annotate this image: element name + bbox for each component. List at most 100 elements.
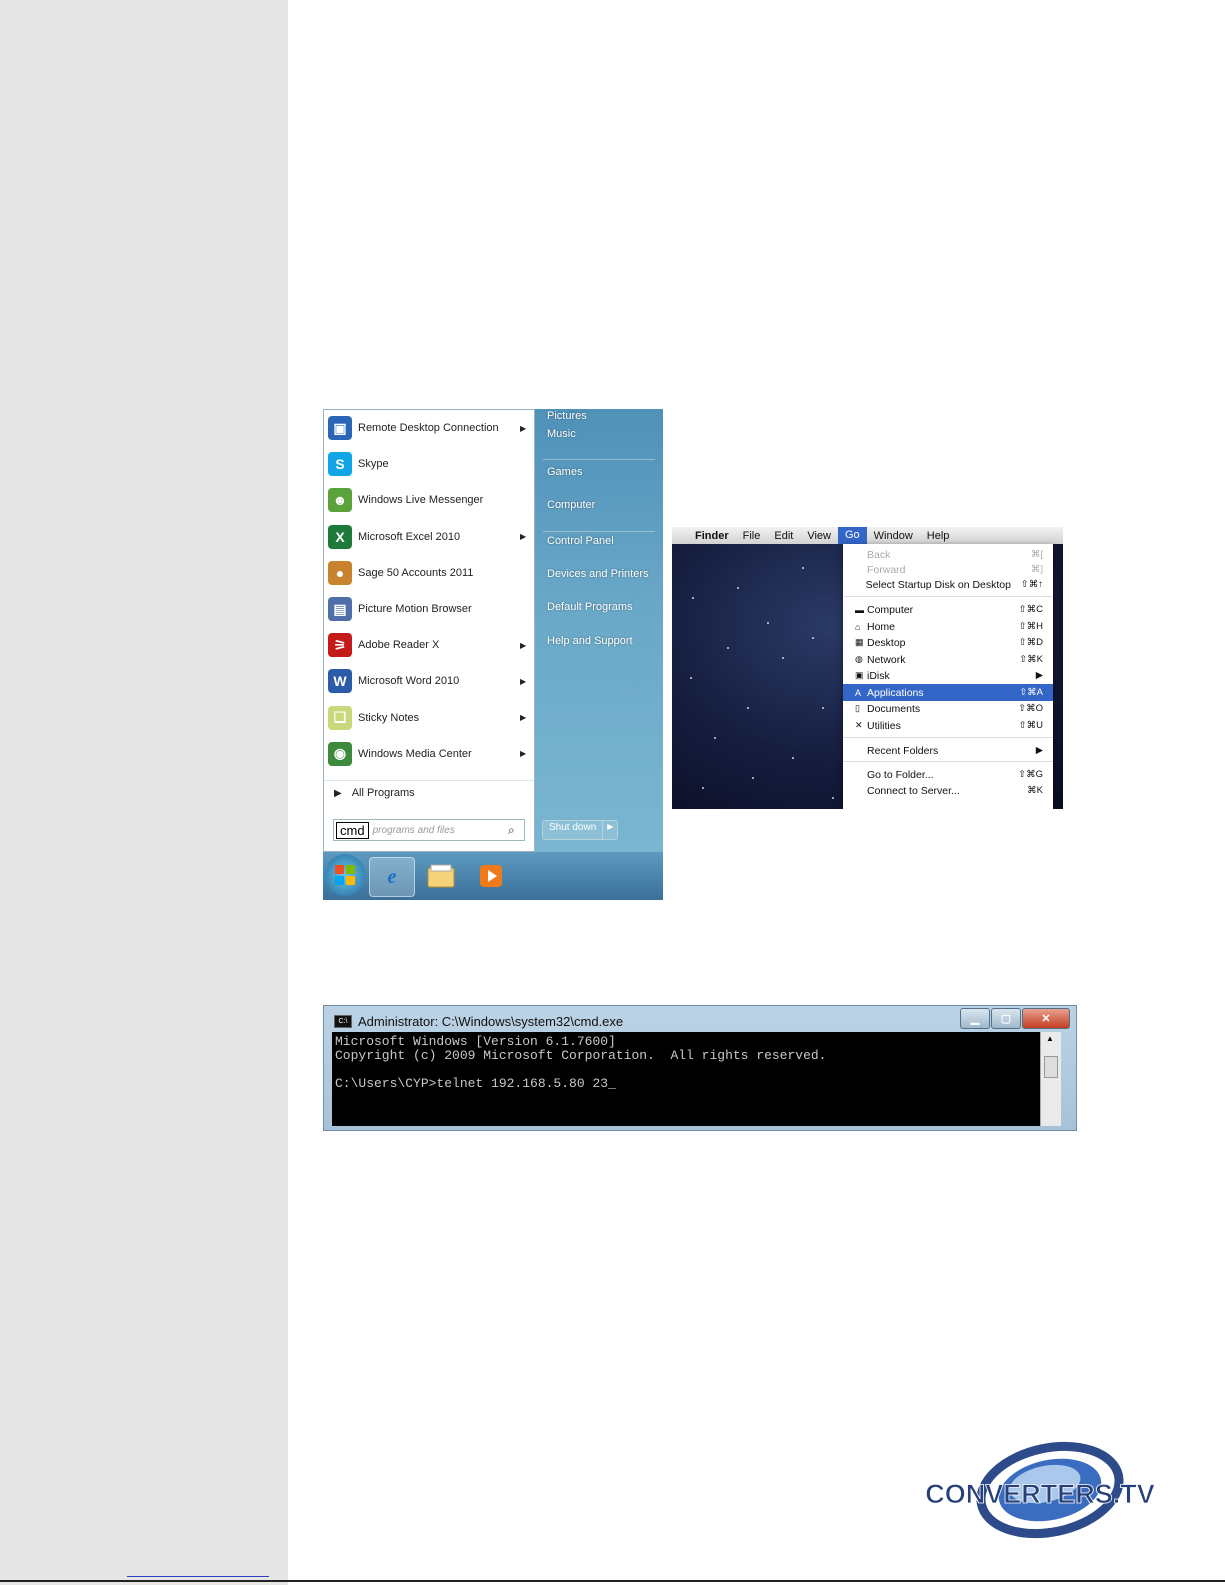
excel-icon: X	[328, 524, 352, 549]
search-icon[interactable]: ⌕	[508, 823, 524, 838]
start-menu-link[interactable]: Music	[535, 419, 663, 449]
program-label: Windows Media Center	[358, 747, 472, 760]
start-menu-program-item[interactable]: ● Sage 50 Accounts 2011	[324, 556, 534, 590]
footer-link-underline	[127, 1576, 269, 1577]
submenu-arrow-icon[interactable]: ▶	[520, 532, 534, 541]
submenu-arrow-icon[interactable]: ▶	[520, 749, 534, 758]
skype-icon: S	[328, 452, 352, 477]
menubar-item-window[interactable]: Window	[867, 530, 920, 542]
file-explorer-icon[interactable]	[419, 857, 463, 895]
start-menu-program-item[interactable]: ▣ Remote Desktop Connection ▶	[324, 411, 534, 445]
console-output[interactable]: Microsoft Windows [Version 6.1.7600] Copy…	[332, 1032, 1040, 1126]
desktop-star	[822, 707, 824, 709]
program-label: Remote Desktop Connection	[358, 422, 499, 434]
go-menu-item-label: Applications	[867, 686, 924, 699]
start-menu-program-item[interactable]: W Microsoft Word 2010 ▶	[324, 664, 534, 698]
desktop-icon: ▦	[855, 637, 864, 647]
go-menu-dropdown: Back ⌘[Forward ⌘] Select Startup Disk on De…	[843, 544, 1053, 809]
menubar-item-finder[interactable]: Finder	[688, 530, 736, 542]
link-separator	[543, 459, 655, 460]
submenu-arrow-icon[interactable]: ▶	[520, 713, 534, 722]
minimize-button[interactable]: ▁	[960, 1008, 990, 1029]
menubar-item-help[interactable]: Help	[920, 530, 957, 542]
go-menu-item[interactable]: ▣ iDisk ▶	[843, 667, 1053, 684]
go-menu-item[interactable]: Connect to Server... ⌘K	[843, 782, 1053, 799]
start-menu-program-item[interactable]: ❏ Sticky Notes ▶	[324, 701, 534, 735]
menubar-item-view[interactable]: View	[800, 530, 838, 542]
shutdown-button[interactable]: Shut down ▶	[542, 820, 619, 840]
cmd-app-icon: C:\	[334, 1014, 352, 1028]
internet-explorer-icon[interactable]: e	[369, 857, 415, 897]
desktop-star	[714, 737, 716, 739]
word-icon: W	[328, 669, 352, 694]
go-menu-item-shortcut: ⌘]	[1030, 564, 1043, 575]
start-menu-program-item[interactable]: X Microsoft Excel 2010 ▶	[324, 520, 534, 554]
windows-start-orb-icon[interactable]	[325, 854, 365, 896]
shutdown-options-arrow-icon[interactable]: ▶	[603, 821, 617, 839]
desktop-star	[747, 707, 749, 709]
start-menu-program-item[interactable]: ▤ Picture Motion Browser	[324, 592, 534, 626]
go-menu-item[interactable]: ▦ Desktop ⇧⌘D	[843, 634, 1053, 651]
go-menu-item[interactable]: ▬ Computer ⇧⌘C	[843, 601, 1053, 618]
menubar-item-go[interactable]: Go	[837, 527, 867, 544]
go-menu-item-shortcut: ⇧⌘D	[1018, 637, 1043, 648]
utilities-icon: ✕	[855, 720, 863, 730]
start-menu-link[interactable]: Help and Support	[535, 626, 663, 656]
sage-icon: ●	[328, 560, 352, 585]
menu-separator	[843, 737, 1053, 738]
go-menu-item[interactable]: A Applications ⇧⌘A	[843, 684, 1053, 701]
start-menu-link[interactable]: Computer	[535, 490, 663, 520]
start-menu-program-item[interactable]: S Skype	[324, 447, 534, 481]
start-menu-program-item[interactable]: ☻ Windows Live Messenger	[324, 483, 534, 517]
triangle-right-icon: ▶	[334, 787, 342, 799]
console-line: C:\Users\CYP>telnet 192.168.5.80 23_	[335, 1076, 616, 1091]
go-menu-item[interactable]: Recent Folders ▶	[843, 742, 1053, 759]
vertical-scrollbar[interactable]: ▲	[1040, 1032, 1061, 1126]
program-label: Windows Live Messenger	[358, 494, 484, 507]
start-menu-program-item[interactable]: ⚞ Adobe Reader X ▶	[324, 628, 534, 662]
go-menu-item[interactable]: Go to Folder... ⇧⌘G	[843, 766, 1053, 783]
go-menu-item-label: Desktop	[867, 636, 906, 649]
menubar-item-file[interactable]: File	[736, 530, 768, 542]
start-menu-link[interactable]: Devices and Printers	[535, 559, 663, 589]
go-menu-item[interactable]: ▯ Documents ⇧⌘O	[843, 700, 1053, 717]
sticky-notes-icon: ❏	[328, 705, 352, 730]
go-menu-item-label: Utilities	[867, 719, 901, 732]
submenu-arrow-icon[interactable]: ▶	[520, 424, 534, 433]
start-menu-link[interactable]: Games	[535, 457, 663, 487]
menubar-item-edit[interactable]: Edit	[767, 530, 800, 542]
desktop-star	[727, 647, 729, 649]
go-menu-item[interactable]: ⌂ Home ⇧⌘H	[843, 618, 1053, 635]
start-menu-link[interactable]: Default Programs	[535, 592, 663, 622]
maximize-button[interactable]: ▢	[991, 1008, 1021, 1029]
all-programs-label: All Programs	[351, 787, 415, 799]
start-menu-programs-pane: ▣ Remote Desktop Connection ▶ S Skype ☻ Window…	[323, 409, 535, 852]
desktop-star	[692, 597, 694, 599]
start-menu-program-item[interactable]: ◉ Windows Media Center ▶	[324, 737, 534, 771]
search-placeholder: programs and files	[372, 824, 455, 836]
desktop-star	[792, 757, 794, 759]
go-menu-item-label: Network	[867, 653, 906, 666]
cmd-titlebar: C:\ Administrator: C:\Windows\system32\c…	[334, 1010, 623, 1032]
media-center-icon: ◉	[328, 741, 352, 766]
go-menu-item[interactable]: ◍ Network ⇧⌘K	[843, 651, 1053, 668]
submenu-arrow-icon[interactable]: ▶	[520, 677, 534, 686]
close-button[interactable]: ✕	[1022, 1008, 1070, 1029]
submenu-arrow-icon[interactable]: ▶	[520, 641, 534, 650]
converters-tv-logo: CONVERTERS.TV	[905, 1440, 1175, 1550]
scroll-up-arrow-icon[interactable]: ▲	[1046, 1034, 1054, 1043]
program-label: Sticky Notes	[358, 711, 420, 724]
desktop-star	[737, 587, 739, 589]
footer-rule	[0, 1580, 1225, 1582]
all-programs-item[interactable]: ▶ All Programs	[324, 780, 534, 805]
go-menu-item[interactable]: Select Startup Disk on Desktop ⇧⌘↑	[843, 576, 1053, 593]
applications-icon: A	[855, 687, 862, 698]
start-search-input[interactable]: cmd programs and files ⌕	[333, 819, 525, 841]
go-menu-item-shortcut: ⌘[	[1030, 549, 1043, 560]
scroll-thumb[interactable]	[1044, 1056, 1058, 1078]
media-player-icon[interactable]	[469, 857, 513, 895]
go-menu-item-label: Back	[867, 548, 891, 561]
go-menu-item-shortcut: ⇧⌘↑	[1020, 579, 1043, 590]
go-menu-item[interactable]: ✕ Utilities ⇧⌘U	[843, 717, 1053, 734]
